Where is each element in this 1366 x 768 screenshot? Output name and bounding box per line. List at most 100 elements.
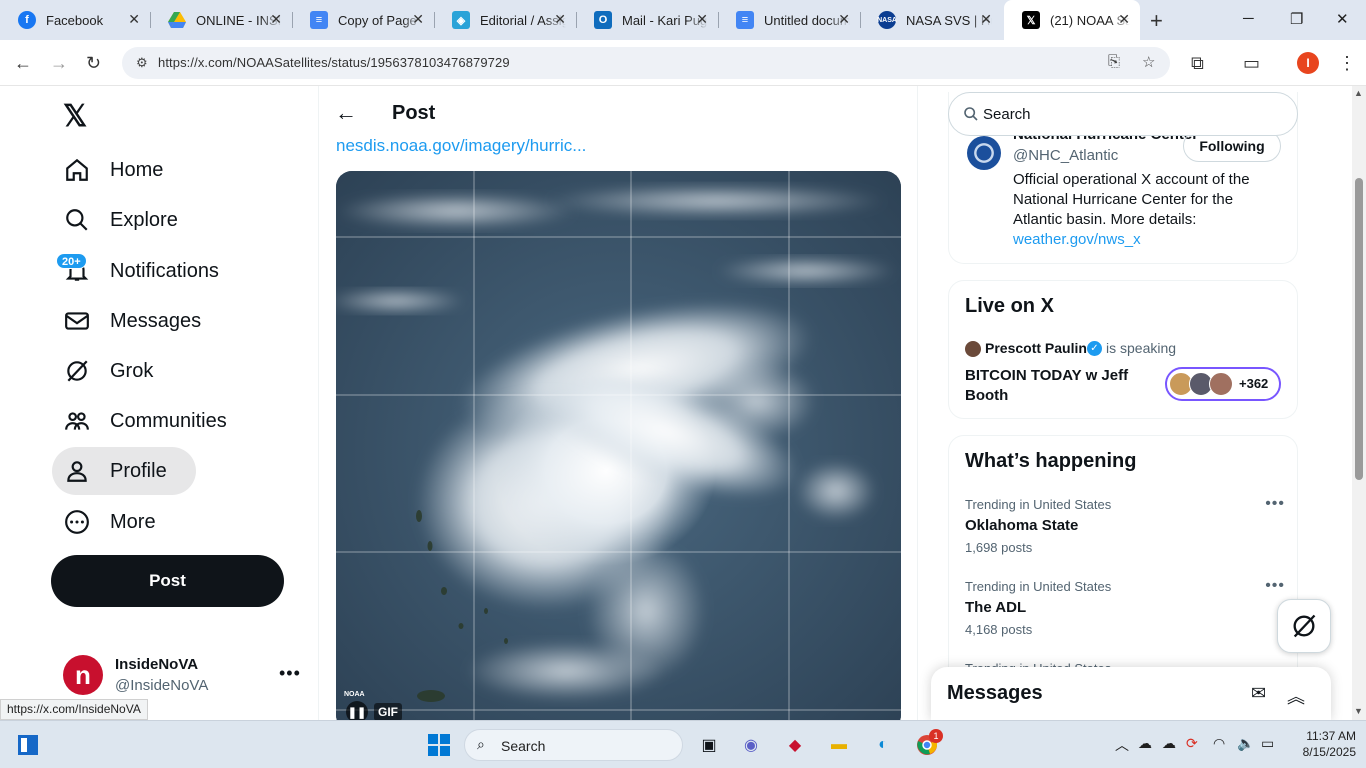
minimize-icon[interactable]: ─ bbox=[1243, 10, 1254, 27]
tab-mail[interactable]: O Mail - Kari Pugh ✕ bbox=[576, 0, 719, 40]
tab-untitled-document[interactable]: ≡ Untitled document ✕ bbox=[718, 0, 861, 40]
install-app-icon[interactable]: ⎘ bbox=[1108, 53, 1120, 70]
grok-floating-button[interactable] bbox=[1277, 599, 1331, 653]
search-icon bbox=[64, 207, 90, 233]
nav-grok[interactable]: Grok bbox=[52, 347, 173, 395]
search-input[interactable]: Search bbox=[948, 92, 1298, 136]
expand-chevron-icon[interactable]: ︽ bbox=[1287, 683, 1305, 709]
people-icon bbox=[64, 408, 90, 434]
nav-explore[interactable]: Explore bbox=[52, 196, 198, 244]
forward-arrow-icon[interactable]: → bbox=[50, 53, 68, 74]
back-arrow-icon[interactable]: ← bbox=[335, 100, 357, 126]
space-title[interactable]: BITCOIN TODAY w Jeff Booth bbox=[965, 366, 1155, 406]
notifications-badge: 20+ bbox=[56, 253, 87, 269]
close-tab-icon[interactable]: ✕ bbox=[554, 11, 566, 28]
widgets-icon[interactable] bbox=[16, 733, 40, 757]
address-bar[interactable]: ⚙ https://x.com/NOAASatellites/status/19… bbox=[122, 47, 1170, 79]
restore-icon[interactable]: ❐ bbox=[1290, 10, 1303, 28]
url-text[interactable]: https://x.com/NOAASatellites/status/1956… bbox=[158, 55, 510, 70]
close-tab-icon[interactable]: ✕ bbox=[838, 11, 850, 28]
tab-nasa-svs[interactable]: NASA NASA SVS | Hurricane ✕ bbox=[860, 0, 1002, 40]
tab-noaa-satellites[interactable]: 𝕏 (21) NOAA Satellites ✕ bbox=[1004, 0, 1140, 40]
mcafee-icon[interactable]: ◆ bbox=[783, 733, 807, 757]
trend-item[interactable]: Trending in United States Oklahoma State… bbox=[965, 495, 1285, 555]
close-tab-icon[interactable]: ✕ bbox=[128, 11, 140, 28]
windows-start-icon[interactable] bbox=[427, 733, 451, 757]
volume-icon[interactable]: 🔈 bbox=[1237, 735, 1254, 752]
tray-app-icon[interactable]: ☁ bbox=[1162, 735, 1176, 752]
tab-online-inside-nova[interactable]: ONLINE - INSIDE NOVA ✕ bbox=[150, 0, 293, 40]
nav-more[interactable]: More bbox=[52, 498, 176, 546]
trend-more-icon[interactable]: ••• bbox=[1265, 577, 1285, 595]
tab-facebook[interactable]: f Facebook ✕ bbox=[0, 0, 151, 40]
whats-happening-card: What’s happening Trending in United Stat… bbox=[948, 435, 1298, 695]
pause-icon[interactable]: ❚❚ bbox=[346, 701, 368, 720]
task-view-icon[interactable]: ▣ bbox=[697, 733, 721, 757]
nav-profile[interactable]: Profile bbox=[52, 447, 196, 495]
bookmark-star-icon[interactable]: ☆ bbox=[1142, 53, 1155, 71]
tab-copy-of-page[interactable]: ≡ Copy of Page ✕ bbox=[292, 0, 435, 40]
google-docs-icon: ≡ bbox=[310, 11, 328, 29]
extensions-icon[interactable]: ⧉ bbox=[1191, 53, 1204, 74]
tray-app-icon[interactable]: ☁ bbox=[1138, 735, 1152, 752]
verified-badge-icon: ✓ bbox=[1087, 341, 1102, 356]
windows-taskbar: ⌕ Search ▣ ◉ ◆ ▬ ◐ 1 ︿ ☁ ☁ ⟳ ◠ 🔈 ▭ 11:37… bbox=[0, 720, 1366, 768]
live-on-x-card[interactable]: Live on X Prescott Paulin ✓ is speaking … bbox=[948, 280, 1298, 419]
system-clock[interactable]: 11:37 AM 8/15/2025 bbox=[1290, 728, 1356, 760]
tray-sync-icon[interactable]: ⟳ bbox=[1186, 735, 1198, 752]
page-scrollbar[interactable]: ▲ ▼ bbox=[1352, 86, 1366, 720]
post-button[interactable]: Post bbox=[51, 555, 284, 607]
trend-item[interactable]: Trending in United States The ADL 4,168 … bbox=[965, 577, 1285, 637]
grok-icon bbox=[64, 358, 90, 384]
hurricane-satellite-image bbox=[336, 171, 901, 720]
close-tab-icon[interactable]: ✕ bbox=[980, 11, 992, 28]
close-tab-icon[interactable]: ✕ bbox=[696, 11, 708, 28]
browser-profile-avatar[interactable]: I bbox=[1297, 52, 1319, 74]
bio-link[interactable]: weather.gov/nws_x bbox=[1013, 230, 1283, 250]
account-switcher[interactable]: n InsideNoVA @InsideNoVA ••• bbox=[63, 655, 303, 697]
new-tab-button[interactable]: + bbox=[1150, 8, 1163, 34]
browser-menu-icon[interactable]: ⋮ bbox=[1338, 53, 1356, 74]
reload-icon[interactable]: ↻ bbox=[86, 53, 101, 74]
wifi-icon[interactable]: ◠ bbox=[1213, 735, 1225, 752]
nav-messages[interactable]: Messages bbox=[52, 297, 221, 345]
close-tab-icon[interactable]: ✕ bbox=[1118, 11, 1130, 28]
gif-controls: ❚❚ GIF bbox=[346, 701, 402, 720]
avatar bbox=[967, 136, 1001, 170]
site-info-icon[interactable]: ⚙ bbox=[136, 55, 148, 71]
close-window-icon[interactable]: ✕ bbox=[1336, 10, 1349, 28]
new-message-icon[interactable]: ✉ bbox=[1251, 683, 1266, 704]
file-explorer-icon[interactable]: ▬ bbox=[827, 733, 851, 757]
trend-more-icon[interactable]: ••• bbox=[1265, 495, 1285, 513]
browser-toolbar: ← → ↻ ⚙ https://x.com/NOAASatellites/sta… bbox=[0, 40, 1366, 86]
edge-icon[interactable]: ◐ bbox=[871, 733, 895, 757]
nav-home[interactable]: Home bbox=[52, 146, 183, 194]
tab-editorial[interactable]: ◈ Editorial / Assignments ✕ bbox=[434, 0, 577, 40]
search-icon: ⌕ bbox=[477, 736, 485, 752]
more-circle-icon bbox=[64, 509, 90, 535]
post-detail-column: ← Post nesdis.noaa.gov/imagery/hurric... bbox=[318, 86, 918, 720]
messages-drawer[interactable]: Messages ✉ ︽ bbox=[931, 667, 1331, 720]
profile-handle: @NHC_Atlantic bbox=[1013, 147, 1119, 164]
satellite-gif[interactable]: ❚❚ GIF NOAA bbox=[336, 171, 901, 720]
space-listeners[interactable]: +362 bbox=[1165, 367, 1281, 401]
post-link[interactable]: nesdis.noaa.gov/imagery/hurric... bbox=[336, 136, 586, 156]
envelope-icon bbox=[64, 308, 90, 334]
link-hover-status: https://x.com/InsideNoVA bbox=[0, 699, 148, 720]
back-arrow-icon[interactable]: ← bbox=[14, 53, 32, 74]
tray-overflow-icon[interactable]: ︿ bbox=[1115, 735, 1129, 755]
account-handle: @InsideNoVA bbox=[115, 677, 209, 694]
scrollbar-thumb[interactable] bbox=[1355, 178, 1363, 480]
x-logo-icon[interactable]: 𝕏 bbox=[63, 99, 87, 134]
page-title: Post bbox=[392, 102, 436, 124]
taskbar-search[interactable]: ⌕ Search bbox=[464, 729, 683, 761]
tab-search-icon[interactable]: ▭ bbox=[1243, 53, 1260, 74]
battery-icon[interactable]: ▭ bbox=[1261, 735, 1274, 752]
close-tab-icon[interactable]: ✕ bbox=[412, 11, 424, 28]
close-tab-icon[interactable]: ✕ bbox=[270, 11, 282, 28]
browser-tab-bar: f Facebook ✕ ONLINE - INSIDE NOVA ✕ ≡ Co… bbox=[0, 0, 1366, 40]
account-more-icon[interactable]: ••• bbox=[279, 663, 301, 684]
teams-icon[interactable]: ◉ bbox=[739, 733, 763, 757]
nav-communities[interactable]: Communities bbox=[52, 397, 247, 445]
avatar: n bbox=[63, 655, 103, 695]
